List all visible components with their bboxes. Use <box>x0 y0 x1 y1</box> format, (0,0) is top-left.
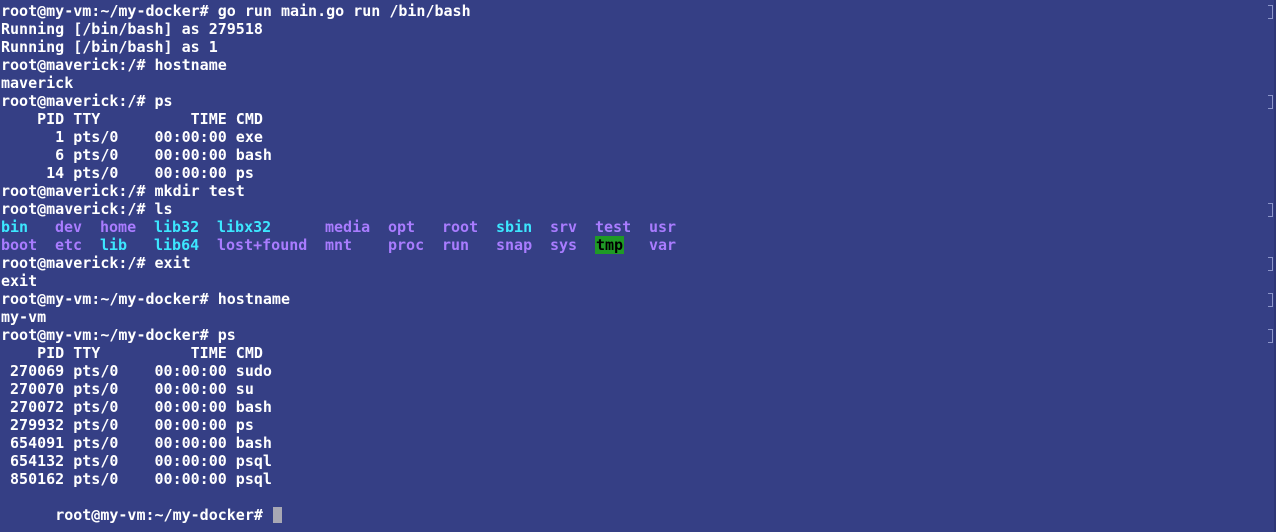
ls-entry-name: tmp <box>595 236 625 254</box>
terminal-line: root@maverick:/# ls <box>1 200 173 218</box>
ls-entry-name: dev <box>55 218 83 236</box>
ls-entry: var <box>649 236 689 254</box>
terminal-line: PID TTY TIME CMD <box>1 110 263 128</box>
ls-entry-name: etc <box>55 236 83 254</box>
ls-entry-name: opt <box>388 218 416 236</box>
ls-entry: root <box>442 218 496 236</box>
ls-entry-name: sys <box>550 236 578 254</box>
ls-entry-name: mnt <box>325 236 353 254</box>
ls-entry: lib32 <box>154 218 217 236</box>
ls-entry-name: usr <box>649 218 677 236</box>
text-cursor <box>272 507 282 523</box>
terminal-line: 270070 pts/0 00:00:00 su <box>1 380 254 398</box>
terminal-line: 850162 pts/0 00:00:00 psql <box>1 470 272 488</box>
terminal-line: maverick <box>1 74 74 92</box>
output-block-before-ls: root@my-vm:~/my-docker# go run main.go r… <box>1 2 689 218</box>
ls-entry: srv <box>550 218 595 236</box>
terminal-output: root@my-vm:~/my-docker# go run main.go r… <box>1 2 689 524</box>
ls-entry: proc <box>388 236 442 254</box>
ls-entry: lost+found <box>217 236 325 254</box>
ls-entry: media <box>325 218 388 236</box>
terminal-line: root@my-vm:~/my-docker# ps <box>1 326 236 344</box>
ls-output: bin dev home lib32 libx32 media opt root sbin srv… <box>1 218 689 254</box>
ls-entry-name: root <box>442 218 479 236</box>
terminal-line: 270072 pts/0 00:00:00 bash <box>1 398 272 416</box>
right-edge-bracket <box>1268 203 1273 217</box>
ls-entry-name: libx32 <box>217 218 272 236</box>
ls-entry-name: var <box>649 236 677 254</box>
ls-entry: sys <box>550 236 595 254</box>
ls-entry: usr <box>649 218 689 236</box>
terminal-line: root@maverick:/# ps <box>1 92 173 110</box>
terminal-line: 654132 pts/0 00:00:00 psql <box>1 452 272 470</box>
ls-row: boot etc lib lib64 lost+found mnt proc run snap s… <box>1 236 689 254</box>
ls-entry-name: home <box>100 218 137 236</box>
output-block-after-ls: root@maverick:/# exit exit root@my-vm:~/my… <box>1 254 689 488</box>
ls-entry-name: lost+found <box>217 236 308 254</box>
terminal-line: root@my-vm:~/my-docker# hostname <box>1 290 290 308</box>
terminal-line: root@maverick:/# mkdir test <box>1 182 245 200</box>
ls-entry: test <box>595 218 649 236</box>
right-edge-bracket <box>1268 329 1273 343</box>
ls-row: bin dev home lib32 libx32 media opt root sbin srv… <box>1 218 689 236</box>
ls-entry: libx32 <box>217 218 325 236</box>
ls-entry-name: boot <box>1 236 38 254</box>
terminal-line: Running [/bin/bash] as 1 <box>1 38 218 56</box>
ls-entry: etc <box>55 236 100 254</box>
ls-entry-name: srv <box>550 218 578 236</box>
terminal-line: 6 pts/0 00:00:00 bash <box>1 146 272 164</box>
terminal-line: 14 pts/0 00:00:00 ps <box>1 164 254 182</box>
ls-entry: run <box>442 236 496 254</box>
ls-entry: tmp <box>595 236 649 254</box>
right-edge-bracket <box>1268 257 1273 271</box>
ls-entry-name: lib32 <box>154 218 200 236</box>
ls-entry: mnt <box>325 236 388 254</box>
terminal-line: 270069 pts/0 00:00:00 sudo <box>1 362 272 380</box>
ls-entry: snap <box>496 236 550 254</box>
terminal-line: my-vm <box>1 308 47 326</box>
ls-entry: boot <box>1 236 55 254</box>
terminal-window[interactable]: root@my-vm:~/my-docker# go run main.go r… <box>0 0 1276 532</box>
terminal-line: root@maverick:/# exit <box>1 254 191 272</box>
ls-entry-name: run <box>442 236 470 254</box>
ls-entry: lib <box>100 236 154 254</box>
ls-entry: dev <box>55 218 100 236</box>
ls-entry-name: sbin <box>496 218 533 236</box>
ls-entry-name: test <box>595 218 632 236</box>
terminal-line: 279932 pts/0 00:00:00 ps <box>1 416 254 434</box>
terminal-line: PID TTY TIME CMD <box>1 344 263 362</box>
terminal-line: 1 pts/0 00:00:00 exe <box>1 128 263 146</box>
terminal-line: exit <box>1 272 38 290</box>
terminal-line: Running [/bin/bash] as 279518 <box>1 20 263 38</box>
right-edge-bracket <box>1268 293 1273 307</box>
ls-entry-name: bin <box>1 218 29 236</box>
ls-entry: bin <box>1 218 55 236</box>
ls-entry: home <box>100 218 154 236</box>
right-edge-bracket <box>1268 95 1273 109</box>
ls-entry-name: lib64 <box>154 236 200 254</box>
ls-entry-name: media <box>325 218 371 236</box>
ls-entry-name: lib <box>100 236 128 254</box>
terminal-line: root@my-vm:~/my-docker# go run main.go r… <box>1 2 471 20</box>
terminal-line: 654091 pts/0 00:00:00 bash <box>1 434 272 452</box>
ls-entry: lib64 <box>154 236 217 254</box>
terminal-line: root@maverick:/# hostname <box>1 56 227 74</box>
ls-entry: opt <box>388 218 442 236</box>
command-prompt-line[interactable]: root@my-vm:~/my-docker# <box>1 488 689 524</box>
prompt-text: root@my-vm:~/my-docker# <box>55 506 272 524</box>
ls-entry-name: proc <box>388 236 425 254</box>
right-edge-bracket <box>1268 5 1273 19</box>
ls-entry: sbin <box>496 218 550 236</box>
ls-entry-name: snap <box>496 236 533 254</box>
